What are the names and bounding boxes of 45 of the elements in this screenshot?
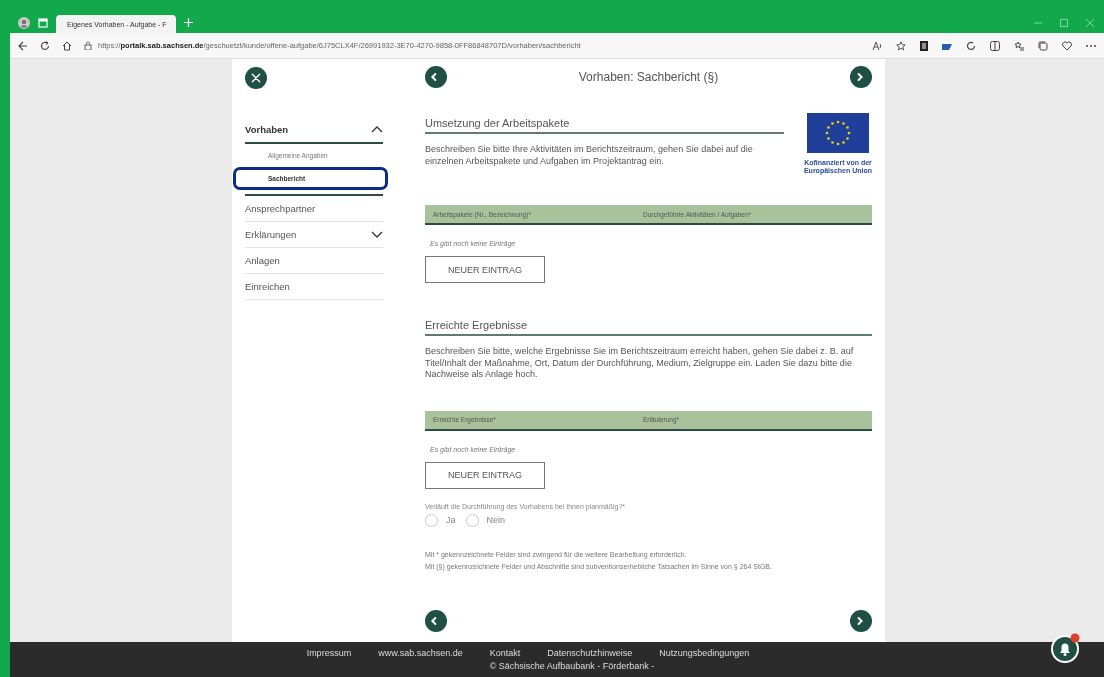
extension-icon[interactable] — [942, 41, 952, 50]
section-heading: Erreichte Ergebnisse — [425, 319, 872, 336]
nav-item[interactable]: Einreichen — [245, 281, 290, 292]
section-heading: Umsetzung der Arbeitspakete — [425, 117, 784, 134]
split-screen-icon[interactable] — [990, 40, 1000, 51]
profile-icon[interactable] — [18, 16, 30, 29]
previous-button[interactable] — [425, 610, 447, 632]
chevron-down-icon[interactable] — [371, 231, 383, 238]
radio-option[interactable]: Nein — [465, 513, 506, 527]
nav-item[interactable]: Ansprechpartner — [245, 203, 316, 214]
star-icon[interactable] — [896, 40, 906, 51]
read-aloud-icon[interactable] — [872, 40, 882, 51]
tab-list-icon[interactable] — [38, 17, 48, 28]
favorites-icon[interactable] — [1014, 40, 1024, 51]
close-button[interactable] — [245, 67, 267, 89]
footer-link[interactable]: Impressum — [306, 648, 352, 658]
document-icon[interactable] — [920, 40, 928, 51]
footer-link[interactable]: Nutzungsbedingungen — [659, 648, 750, 658]
section-description: Beschreiben Sie bitte, welche Ergebnisse Sie im Berichtszeitraum erreicht haben, gehen Sie dabei z. B. auf Titel/Inhalt der Maßnahme, Ort, Datum der Durchführung, Medium, Zielgruppe ein. Laden Sie dazu bitte die Nachweise als Anlage hoch. — [425, 346, 855, 381]
next-button[interactable] — [850, 610, 872, 632]
nav-item[interactable]: Vorhaben — [245, 123, 289, 135]
nav-item[interactable]: Erklärungen — [245, 229, 297, 240]
home-icon[interactable] — [62, 40, 72, 51]
footer-link[interactable]: Kontakt — [489, 648, 521, 658]
lock-icon[interactable] — [84, 41, 92, 50]
new-tab-icon[interactable] — [184, 18, 193, 27]
section-description: Beschreiben Sie bitte Ihre Aktivitäten im Berichtszeitraum, gehen Sie dabei auf die einzelnen Arbeitspakete und Aufgaben im Projektantrag ein. — [425, 144, 754, 167]
chevron-up-icon[interactable] — [371, 125, 383, 133]
copyright-text: © Sächsische Aufbaubank - Förderbank - — [489, 661, 655, 671]
nav-item[interactable]: Anlagen — [245, 255, 280, 266]
new-entry-button[interactable]: NEUER EINTRAG — [425, 256, 545, 283]
page-title: Vorhaben: Sachbericht (§) — [578, 70, 719, 84]
previous-button[interactable] — [425, 66, 447, 88]
footer-link[interactable]: www.sab.sachsen.de — [378, 648, 463, 658]
footer-link[interactable]: Datenschutzhinweise — [547, 648, 633, 658]
more-icon[interactable] — [1086, 43, 1096, 48]
back-icon[interactable] — [18, 40, 28, 51]
next-button[interactable] — [850, 66, 872, 88]
reload-icon[interactable] — [40, 40, 50, 51]
collections-icon[interactable] — [1038, 40, 1048, 51]
new-entry-button[interactable]: NEUER EINTRAG — [425, 461, 545, 489]
heart-icon[interactable] — [1062, 40, 1072, 51]
flag-icon — [806, 113, 869, 153]
notification-bell-icon[interactable] — [1050, 632, 1082, 664]
radio-option[interactable]: Ja — [425, 513, 456, 527]
